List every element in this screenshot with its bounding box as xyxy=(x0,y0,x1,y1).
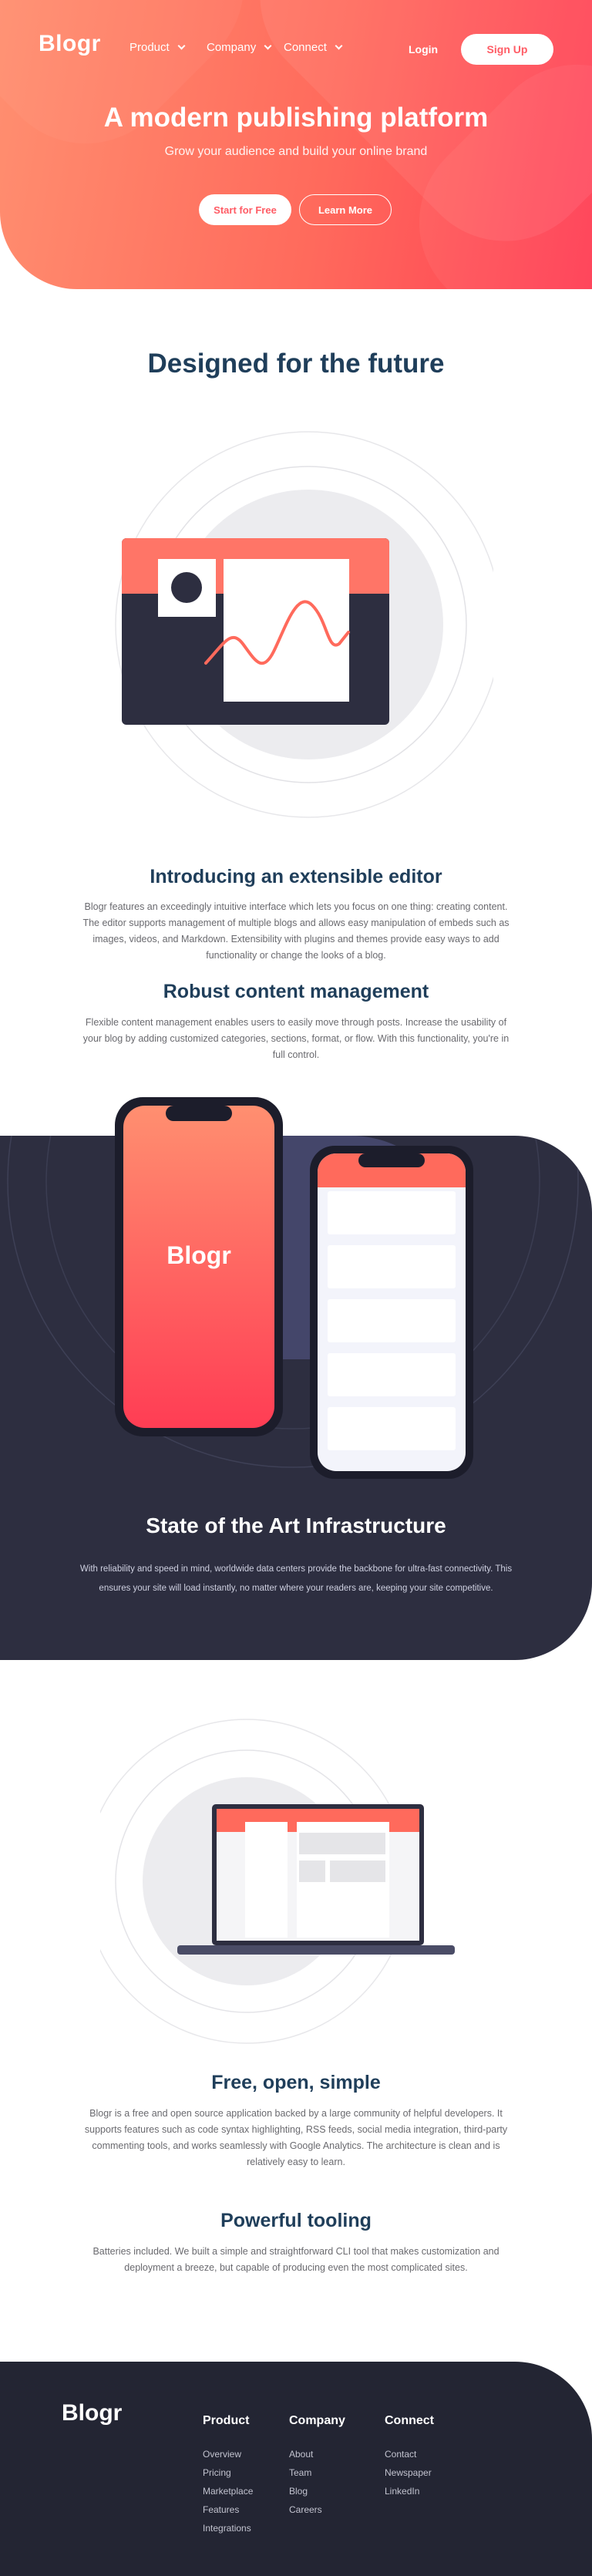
login-link[interactable]: Login xyxy=(409,43,438,56)
text-line: Batteries included. We built a simple an… xyxy=(92,2246,500,2257)
text-line: supports features such as code syntax hi… xyxy=(84,2124,508,2135)
nav-item-label: Connect xyxy=(284,41,327,54)
chevron-down-icon xyxy=(264,42,272,50)
hero-subtitle: Grow your audience and build your online… xyxy=(164,145,428,158)
page: Blogr Product Company Connect Login Sign… xyxy=(0,0,592,2576)
footer-link[interactable]: Blog xyxy=(289,2482,345,2500)
logo[interactable]: Blogr xyxy=(39,31,101,57)
text-line: relatively easy to learn. xyxy=(247,2157,345,2167)
editor-illustration xyxy=(115,431,493,818)
footer-column-connect: Connect Contact Newspaper LinkedIn xyxy=(385,2414,434,2500)
text-line: deployment a breeze, but capable of prod… xyxy=(124,2262,468,2273)
text-line: Flexible content management enables user… xyxy=(85,1017,507,1028)
feature-text: Flexible content management enables user… xyxy=(76,1015,516,1063)
feature-title: Powerful tooling xyxy=(220,2210,372,2231)
text-line: ensures your site will load instantly, n… xyxy=(99,1584,493,1593)
phones-graphic xyxy=(115,1097,473,1479)
section-title: Designed for the future xyxy=(147,349,445,379)
chevron-down-icon xyxy=(177,42,186,50)
text-line: The editor supports management of multip… xyxy=(82,918,510,928)
footer-link[interactable]: Team xyxy=(289,2463,345,2482)
footer-column-company: Company About Team Blog Careers xyxy=(289,2414,345,2519)
feature-title: Robust content management xyxy=(163,981,429,1002)
nav-item-product[interactable]: Product xyxy=(130,41,186,54)
footer-column-product: Product Overview Pricing Marketplace Fea… xyxy=(203,2414,253,2537)
footer: Blogr Product Overview Pricing Marketpla… xyxy=(0,2362,592,2576)
infra-title: State of the Art Infrastructure xyxy=(146,1514,446,1537)
laptop-illustration xyxy=(100,1719,455,2044)
footer-link[interactable]: Overview xyxy=(203,2445,253,2463)
text-line: Blogr is a free and open source applicat… xyxy=(89,2108,503,2119)
footer-link[interactable]: About xyxy=(289,2445,345,2463)
nav-item-label: Product xyxy=(130,41,170,54)
signup-button[interactable]: Sign Up xyxy=(461,34,553,65)
hero-section: Blogr Product Company Connect Login Sign… xyxy=(0,0,592,289)
top-nav: Blogr Product Company Connect Login Sign… xyxy=(0,0,592,100)
chevron-down-icon xyxy=(335,42,343,50)
feature-title: Free, open, simple xyxy=(211,2072,381,2093)
infra-text: With reliability and speed in mind, worl… xyxy=(77,1560,515,1598)
footer-link[interactable]: Features xyxy=(203,2500,253,2519)
feature-text: Blogr features an exceedingly intuitive … xyxy=(76,899,516,964)
phones-illustration: Blogr xyxy=(108,1095,478,1496)
nav-item-label: Company xyxy=(207,41,257,54)
text-line: commenting tools, and works seamlessly w… xyxy=(92,2140,500,2151)
footer-heading: Connect xyxy=(385,2414,434,2427)
text-line: full control. xyxy=(272,1049,320,1060)
feature-title: Introducing an extensible editor xyxy=(150,866,442,887)
footer-link[interactable]: Marketplace xyxy=(203,2482,253,2500)
learn-more-button[interactable]: Learn More xyxy=(299,194,392,225)
footer-heading: Company xyxy=(289,2414,345,2427)
footer-link[interactable]: Integrations xyxy=(203,2519,253,2537)
hero-title: A modern publishing platform xyxy=(103,103,489,133)
text-line: Blogr features an exceedingly intuitive … xyxy=(84,901,508,912)
text-line: With reliability and speed in mind, worl… xyxy=(79,1564,513,1574)
footer-link[interactable]: Contact xyxy=(385,2445,434,2463)
footer-link[interactable]: LinkedIn xyxy=(385,2482,434,2500)
nav-item-connect[interactable]: Connect xyxy=(284,41,343,54)
footer-link[interactable]: Careers xyxy=(289,2500,345,2519)
text-line: your blog by adding customized categorie… xyxy=(82,1033,510,1044)
feature-text: Batteries included. We built a simple an… xyxy=(76,2244,516,2276)
footer-heading: Product xyxy=(203,2414,250,2427)
phone-logo: Blogr xyxy=(166,1241,231,1269)
footer-link[interactable]: Newspaper xyxy=(385,2463,434,2482)
feature-text: Blogr is a free and open source applicat… xyxy=(76,2106,516,2170)
text-line: images, videos, and Markdown. Extensibil… xyxy=(92,934,500,945)
footer-logo[interactable]: Blogr xyxy=(62,2400,122,2426)
nav-item-company[interactable]: Company xyxy=(207,41,272,54)
start-free-button[interactable]: Start for Free xyxy=(199,194,291,225)
footer-link[interactable]: Pricing xyxy=(203,2463,253,2482)
text-line: functionality or change the looks of a b… xyxy=(206,950,386,961)
